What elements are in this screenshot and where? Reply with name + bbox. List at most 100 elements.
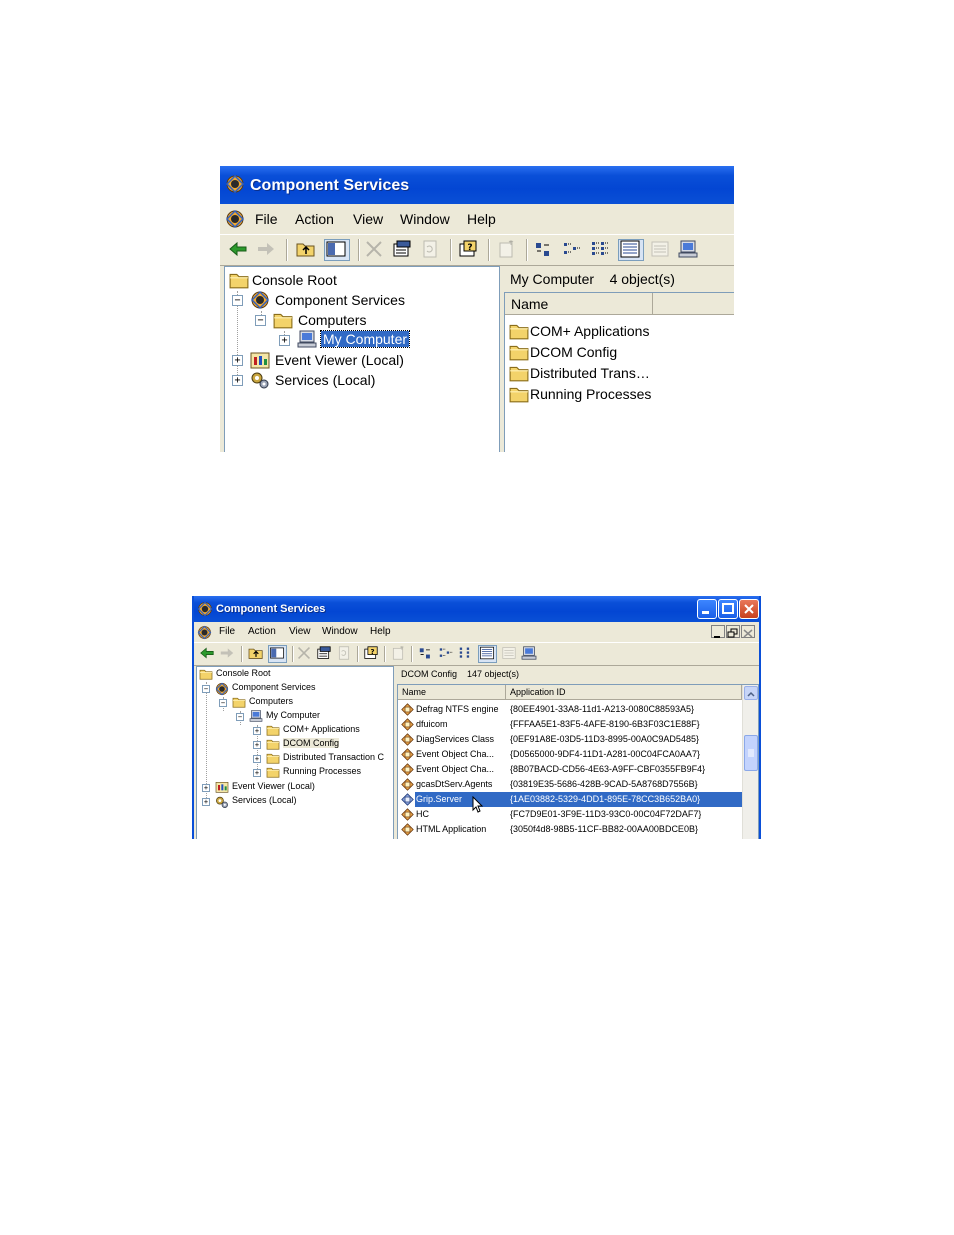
menu-action[interactable]: Action — [248, 626, 276, 637]
new-window-button[interactable] — [390, 646, 406, 662]
menu-help[interactable]: Help — [467, 211, 496, 227]
vertical-scrollbar[interactable] — [742, 685, 758, 839]
app-name: Event Object Cha... — [416, 749, 495, 759]
menu-window[interactable]: Window — [400, 211, 450, 227]
filter-button[interactable] — [501, 646, 517, 662]
small-icons-icon — [564, 243, 580, 254]
expand-toggle[interactable]: + — [202, 784, 210, 792]
menu-action[interactable]: Action — [295, 211, 334, 227]
dcom-app-icon — [401, 703, 414, 716]
computer-button[interactable] — [521, 646, 537, 662]
table-row[interactable]: Defrag NTFS engine {80EE4901-33A8-11d1-A… — [398, 702, 742, 717]
small-icons-button[interactable] — [438, 646, 454, 662]
show-hide-tree-button[interactable] — [324, 239, 350, 261]
delete-button[interactable] — [296, 646, 312, 662]
menu-file[interactable]: File — [219, 626, 235, 637]
component-services-icon[interactable] — [225, 209, 245, 229]
app-id: {0EF91A8E-03D5-11D3-8995-00A0C9AD5485} — [510, 734, 699, 744]
show-hide-tree-button[interactable] — [268, 645, 287, 663]
back-button[interactable] — [199, 646, 215, 662]
results-pane[interactable]: Name Application ID Defrag NTFS engine {… — [397, 684, 759, 839]
svg-text:?: ? — [467, 243, 472, 253]
minimize-button[interactable] — [697, 599, 717, 619]
help-button[interactable]: ? — [458, 240, 480, 260]
column-header-empty[interactable] — [653, 293, 734, 315]
gears-icon — [215, 795, 229, 809]
expand-toggle[interactable]: + — [232, 375, 243, 386]
back-arrow-icon — [200, 647, 214, 659]
title-bar[interactable]: Component Services — [220, 166, 734, 204]
maximize-button[interactable] — [718, 599, 738, 619]
up-one-level-button[interactable] — [248, 646, 264, 662]
help-button[interactable]: ? — [363, 646, 379, 662]
detail-view-button[interactable] — [618, 239, 644, 261]
back-button[interactable] — [228, 240, 250, 260]
app-id: {FFFAA5E1-83F5-4AFE-8190-6B3F03C1E88F} — [510, 719, 700, 729]
title-bar[interactable]: Component Services — [194, 596, 759, 622]
new-window-button[interactable] — [496, 240, 518, 260]
collapse-toggle[interactable]: − — [236, 713, 244, 721]
table-row[interactable]: DiagServices Class {0EF91A8E-03D5-11D3-8… — [398, 732, 742, 747]
expand-toggle[interactable]: + — [253, 769, 261, 777]
expand-toggle[interactable]: + — [253, 755, 261, 763]
table-row-selected[interactable]: Grip.Server {1AE03882-5329-4DD1-895E-78C… — [398, 792, 742, 813]
table-row[interactable]: gcasDtServ.Agents {03819E35-5686-428B-9C… — [398, 777, 742, 792]
table-row[interactable]: HTML Application {3050f4d8-98B5-11CF-BB8… — [398, 822, 742, 837]
filter-icon — [651, 241, 669, 257]
delete-button[interactable] — [364, 240, 386, 260]
small-icons-button[interactable] — [562, 240, 584, 260]
forward-button[interactable] — [219, 646, 235, 662]
expand-toggle[interactable]: + — [279, 335, 290, 346]
console-tree-pane[interactable]: Console Root − Component Services − Comp… — [224, 266, 500, 452]
mdi-minimize-button[interactable] — [711, 625, 725, 638]
list-view-button[interactable] — [458, 646, 474, 662]
results-pane[interactable]: Name COM+ Applications DCOM Config Distr… — [504, 292, 734, 452]
refresh-button[interactable] — [336, 646, 352, 662]
properties-button[interactable] — [392, 240, 414, 260]
forward-button[interactable] — [256, 240, 278, 260]
table-row[interactable]: HC {FC7D9E01-3F9E-11D3-93C0-00C04F72DAF7… — [398, 807, 742, 822]
expand-toggle[interactable]: + — [202, 798, 210, 806]
folder-icon — [509, 322, 529, 340]
column-header-name[interactable]: Name — [505, 293, 653, 315]
menu-view[interactable]: View — [353, 211, 383, 227]
close-button[interactable] — [739, 599, 759, 619]
large-icons-button[interactable] — [418, 646, 434, 662]
large-icons-icon — [419, 648, 430, 659]
up-one-level-button[interactable] — [296, 240, 318, 260]
properties-button[interactable] — [316, 646, 332, 662]
large-icons-button[interactable] — [534, 240, 556, 260]
expand-toggle[interactable]: + — [253, 727, 261, 735]
table-row[interactable]: Event Object Cha... {8B07BACD-CD56-4E63-… — [398, 762, 742, 777]
mdi-restore-button[interactable] — [726, 625, 740, 638]
component-services-icon[interactable] — [197, 625, 212, 640]
menu-window[interactable]: Window — [322, 626, 358, 637]
menu-help[interactable]: Help — [370, 626, 391, 637]
app-id: {1AE03882-5329-4DD1-895E-78CC3B652BA0} — [506, 792, 742, 807]
computer-button[interactable] — [678, 240, 700, 260]
scroll-up-button[interactable] — [744, 686, 758, 700]
collapse-toggle[interactable]: − — [202, 685, 210, 693]
list-item-label: DCOM Config — [530, 344, 618, 360]
collapse-toggle[interactable]: − — [232, 295, 243, 306]
refresh-button[interactable] — [420, 240, 442, 260]
expand-toggle[interactable]: + — [253, 741, 261, 749]
scroll-thumb[interactable] — [744, 735, 758, 771]
mdi-close-button[interactable] — [741, 625, 755, 638]
filter-button[interactable] — [650, 240, 672, 260]
list-item-label: Distributed Trans… — [530, 365, 650, 381]
list-view-button[interactable] — [590, 240, 612, 260]
detail-view-button[interactable] — [478, 645, 497, 663]
column-header-application-id[interactable]: Application ID — [506, 685, 742, 700]
column-header-name[interactable]: Name — [398, 685, 506, 700]
console-tree-pane[interactable]: Console Root − Component Services − Comp… — [196, 666, 394, 839]
table-row[interactable]: dfuicom {FFFAA5E1-83F5-4AFE-8190-6B3F03C… — [398, 717, 742, 732]
table-row[interactable]: Event Object Cha... {D0565000-9DF4-11D1-… — [398, 747, 742, 762]
menu-file[interactable]: File — [255, 211, 278, 227]
menu-view[interactable]: View — [289, 626, 311, 637]
expand-toggle[interactable]: + — [232, 355, 243, 366]
collapse-toggle[interactable]: − — [219, 699, 227, 707]
grip-icon — [748, 749, 754, 757]
collapse-toggle[interactable]: − — [255, 315, 266, 326]
app-name: Grip.Server — [415, 792, 507, 807]
